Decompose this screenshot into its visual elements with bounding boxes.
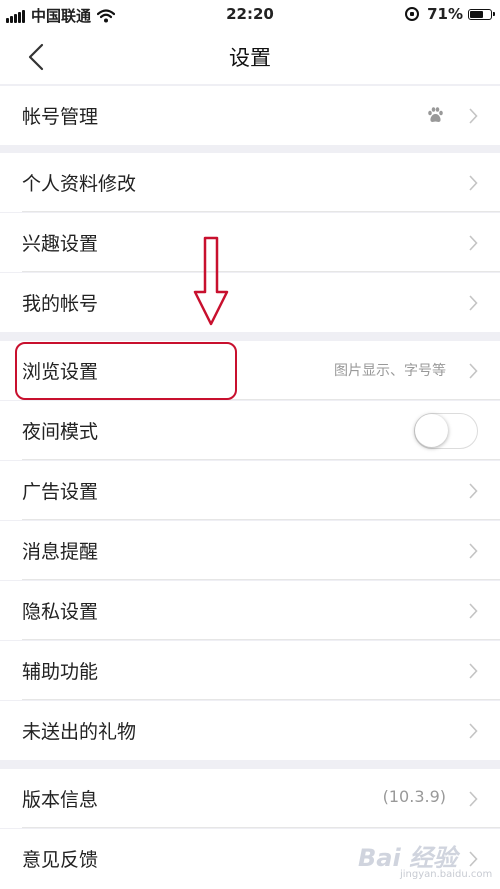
chevron-right-icon [469, 175, 478, 191]
row-label: 我的帐号 [22, 293, 99, 315]
chevron-right-icon [469, 603, 478, 619]
chevron-right-icon [469, 723, 478, 739]
row-label: 辅助功能 [22, 661, 99, 683]
settings-row-interest[interactable]: 兴趣设置 [0, 213, 500, 272]
settings-row-privacy[interactable]: 隐私设置 [0, 581, 500, 640]
row-label: 浏览设置 [22, 361, 99, 383]
battery-icon [468, 8, 495, 20]
baidu-paw-icon [428, 107, 443, 122]
chevron-right-icon [469, 235, 478, 251]
row-divider [22, 459, 500, 460]
chevron-right-icon [469, 363, 478, 379]
chevron-right-icon [469, 663, 478, 679]
row-label: 广告设置 [22, 481, 99, 503]
row-value: 图片显示、字号等 [334, 363, 446, 379]
chevron-right-icon [469, 295, 478, 311]
settings-row-ads[interactable]: 广告设置 [0, 461, 500, 520]
settings-row-notifications[interactable]: 消息提醒 [0, 521, 500, 580]
chevron-right-icon [469, 108, 478, 124]
row-divider [22, 399, 500, 400]
settings-row-account-management[interactable]: 帐号管理 [0, 86, 500, 145]
chevron-right-icon [469, 483, 478, 499]
settings-row-version[interactable]: 版本信息 (10.3.9) [0, 769, 500, 828]
chevron-right-icon [469, 791, 478, 807]
version-value: (10.3.9) [382, 787, 446, 806]
row-label: 消息提醒 [22, 541, 99, 563]
row-divider [22, 519, 500, 520]
settings-row-unsent-gifts[interactable]: 未送出的礼物 [0, 701, 500, 760]
row-label: 未送出的礼物 [22, 721, 137, 743]
settings-row-edit-profile[interactable]: 个人资料修改 [0, 153, 500, 212]
row-label: 帐号管理 [22, 106, 99, 128]
row-divider [22, 211, 500, 212]
battery-percent: 71% [427, 5, 463, 23]
row-label: 隐私设置 [22, 601, 99, 623]
toggle-knob [415, 414, 448, 447]
row-label: 意见反馈 [22, 849, 99, 871]
settings-row-accessibility[interactable]: 辅助功能 [0, 641, 500, 700]
row-divider [22, 699, 500, 700]
row-label: 版本信息 [22, 789, 99, 811]
row-label: 兴趣设置 [22, 233, 99, 255]
settings-row-my-account[interactable]: 我的帐号 [0, 273, 500, 332]
baidu-jingyan-watermark: Bai 经验 jingyan.baidu.com [358, 838, 494, 882]
row-divider [22, 639, 500, 640]
settings-row-night-mode: 夜间模式 [0, 401, 500, 460]
night-mode-toggle[interactable] [414, 413, 478, 449]
status-right: 71% [405, 5, 495, 23]
watermark-logo: Bai 经验 [358, 844, 458, 872]
nav-bar: 设置 [0, 30, 500, 84]
page-title: 设置 [229, 46, 271, 70]
row-divider [22, 827, 500, 828]
status-bar: 中国联通 22:20 71% [0, 0, 500, 30]
orientation-lock-icon [405, 7, 420, 21]
row-label: 个人资料修改 [22, 173, 137, 195]
watermark-url: jingyan.baidu.com [400, 869, 493, 880]
settings-row-browse[interactable]: 浏览设置 图片显示、字号等 [0, 341, 500, 400]
row-divider [22, 271, 500, 272]
chevron-right-icon [469, 543, 478, 559]
row-divider [22, 579, 500, 580]
row-label: 夜间模式 [22, 421, 99, 443]
